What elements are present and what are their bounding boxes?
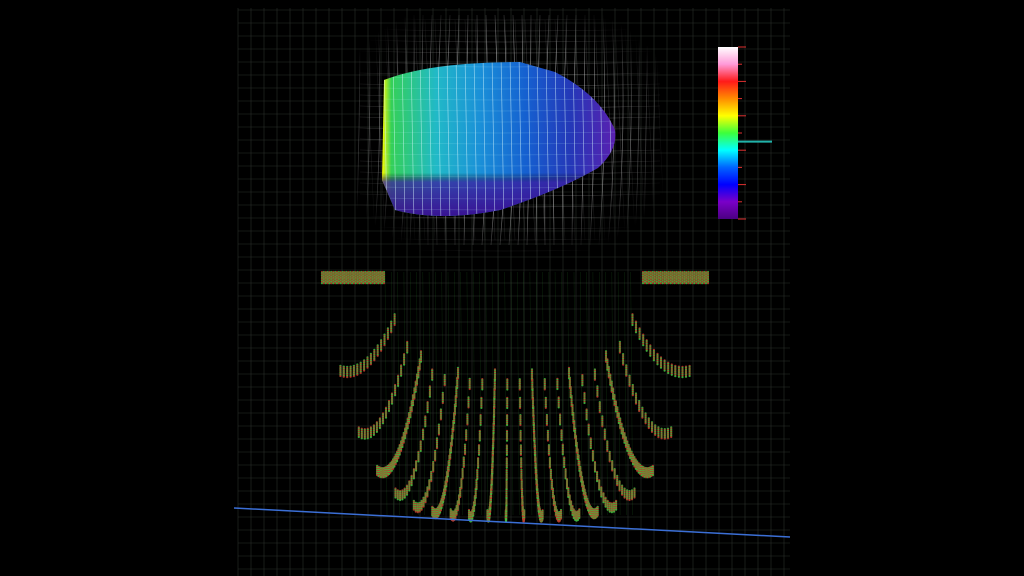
cloud-point — [356, 373, 359, 376]
wireframe-line — [643, 14, 649, 246]
cloud-point — [670, 373, 673, 376]
cloud-point — [403, 496, 406, 499]
cloud-point — [615, 508, 618, 511]
cloud-point — [695, 282, 698, 285]
cloud-point — [612, 510, 616, 513]
cloud-point — [405, 493, 409, 496]
cloud-point — [674, 375, 677, 378]
cloud-point — [637, 471, 640, 474]
cloud-point — [360, 437, 363, 440]
cloud-point — [571, 513, 574, 517]
cloud-point — [670, 435, 673, 439]
cloud-point — [706, 282, 710, 285]
cloud-point — [420, 508, 423, 511]
cloud-point — [703, 282, 706, 285]
cloud-point — [606, 508, 609, 511]
cloud-point — [326, 282, 329, 285]
cloud-point — [332, 282, 335, 285]
cloud-point — [439, 511, 442, 514]
cloud-point — [328, 282, 331, 285]
cloud-point — [455, 513, 458, 517]
3d-viewport[interactable] — [0, 0, 1024, 576]
cloud-point — [633, 496, 636, 499]
cloud-point — [697, 282, 700, 285]
cloud-point — [572, 517, 575, 520]
cloud-point — [608, 510, 611, 513]
cloud-point — [587, 511, 591, 514]
cloud-point — [693, 282, 696, 285]
cloud-point — [346, 376, 349, 379]
cloud-point — [623, 496, 626, 499]
cloud-point — [663, 437, 666, 440]
wireframe-line — [364, 14, 371, 246]
cloud-point — [684, 375, 688, 378]
cloud-point — [412, 508, 415, 511]
cloud-point — [488, 514, 491, 517]
cloud-point — [330, 282, 333, 285]
cloud-point — [604, 505, 607, 508]
cloud-point — [574, 518, 577, 522]
color-scale-gradient — [718, 47, 738, 219]
wireframe-line — [625, 14, 632, 246]
wireframe-line — [634, 14, 640, 246]
cloud-point — [522, 519, 525, 523]
cloud-point — [660, 437, 663, 440]
cloud-point — [505, 514, 508, 517]
cloud-point — [472, 514, 475, 517]
cloud-point — [414, 510, 417, 513]
cloud-point — [322, 282, 325, 285]
cloud-point — [389, 471, 392, 474]
cloud-point — [342, 375, 345, 378]
cloud-point — [555, 517, 559, 521]
cloud-point — [688, 374, 691, 378]
cloud-point — [578, 516, 581, 520]
wireframe-line — [373, 14, 381, 246]
cloud-point — [357, 435, 360, 439]
cloud-point — [401, 498, 404, 501]
cloud-point — [554, 514, 558, 517]
wireframe-line — [654, 19, 666, 241]
cloud-point — [522, 518, 525, 521]
cloud-point — [677, 375, 681, 378]
cloud-point — [657, 436, 660, 439]
cloud-point — [418, 510, 421, 513]
cloud-point — [701, 282, 704, 285]
cloud-point — [363, 437, 366, 440]
cloud-point — [691, 282, 694, 285]
cloud-point — [654, 433, 657, 436]
point-cloud — [320, 270, 710, 523]
cloud-point — [372, 433, 375, 436]
cloud-point — [339, 374, 342, 378]
cloud-point — [689, 282, 692, 285]
cloud-point — [681, 376, 684, 379]
cloud-point — [556, 519, 560, 522]
cloud-point — [610, 511, 614, 514]
wireframe-line — [644, 19, 656, 241]
colored-surface — [382, 62, 616, 216]
cloud-point — [396, 498, 399, 501]
cloud-point — [320, 282, 324, 285]
cloud-point — [621, 493, 624, 496]
cloud-point — [337, 282, 340, 285]
cloud-point — [521, 514, 524, 517]
cloud-point — [538, 514, 541, 517]
cloud-point — [366, 437, 369, 440]
cloud-point — [559, 517, 563, 520]
cloud-point — [349, 375, 352, 378]
cloud-point — [704, 282, 708, 285]
wireframe-line — [624, 19, 636, 241]
cloud-point — [352, 375, 355, 378]
cloud-point — [628, 498, 631, 502]
wireframe-line — [355, 14, 361, 246]
cloud-point — [339, 282, 342, 285]
cloud-point — [394, 496, 397, 499]
cloud-point — [335, 282, 339, 285]
cloud-point — [666, 437, 670, 440]
cloud-point — [505, 518, 508, 521]
scene-canvas[interactable] — [0, 0, 1024, 576]
cloud-point — [369, 436, 372, 439]
cloud-point — [422, 505, 425, 508]
cloud-point — [699, 282, 702, 285]
